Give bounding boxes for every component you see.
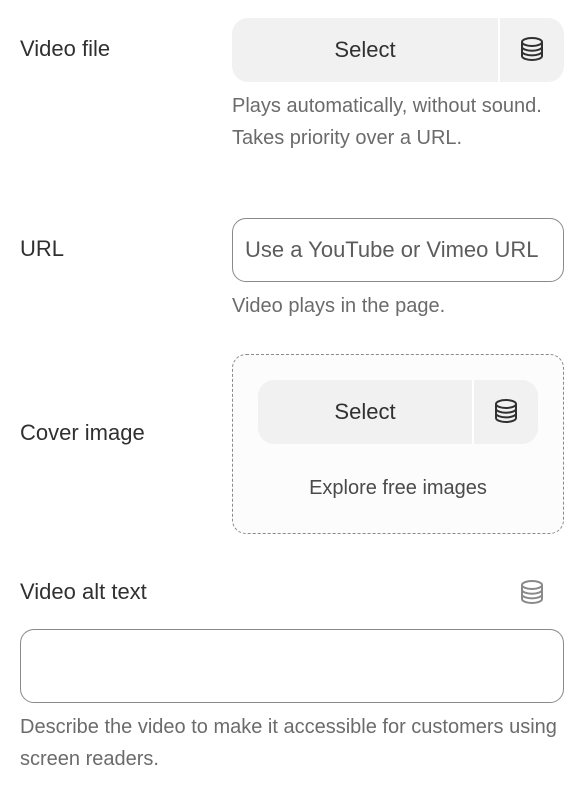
database-icon	[493, 398, 519, 427]
cover-image-select-group: Select	[258, 380, 538, 444]
cover-image-label: Cover image	[20, 420, 145, 445]
video-file-select-group: Select	[232, 18, 564, 82]
cover-image-dropzone[interactable]: Select Explore free images	[232, 354, 564, 534]
url-help-text: Video plays in the page.	[232, 295, 446, 317]
explore-free-images-link[interactable]: Explore free images	[233, 477, 563, 500]
video-file-select-button[interactable]: Select	[232, 18, 498, 82]
video-file-dynamic-source-button[interactable]	[500, 18, 564, 82]
video-file-label: Video file	[20, 36, 111, 61]
url-label: URL	[20, 236, 65, 261]
cover-image-select-button[interactable]: Select	[258, 380, 472, 444]
cover-image-dynamic-source-button[interactable]	[474, 380, 538, 444]
video-settings-panel: Video file Select Plays automatically, w…	[0, 0, 586, 800]
database-icon	[519, 579, 545, 610]
video-alt-text-label: Video alt text	[20, 579, 147, 604]
video-alt-text-input[interactable]	[20, 629, 564, 703]
video-file-help-text: Plays automatically, without sound. Take…	[232, 95, 542, 149]
alt-text-dynamic-source-button[interactable]	[514, 576, 550, 612]
database-icon	[519, 36, 545, 65]
url-input[interactable]	[232, 218, 564, 282]
video-alt-text-help-text: Describe the video to make it accessible…	[20, 716, 557, 770]
